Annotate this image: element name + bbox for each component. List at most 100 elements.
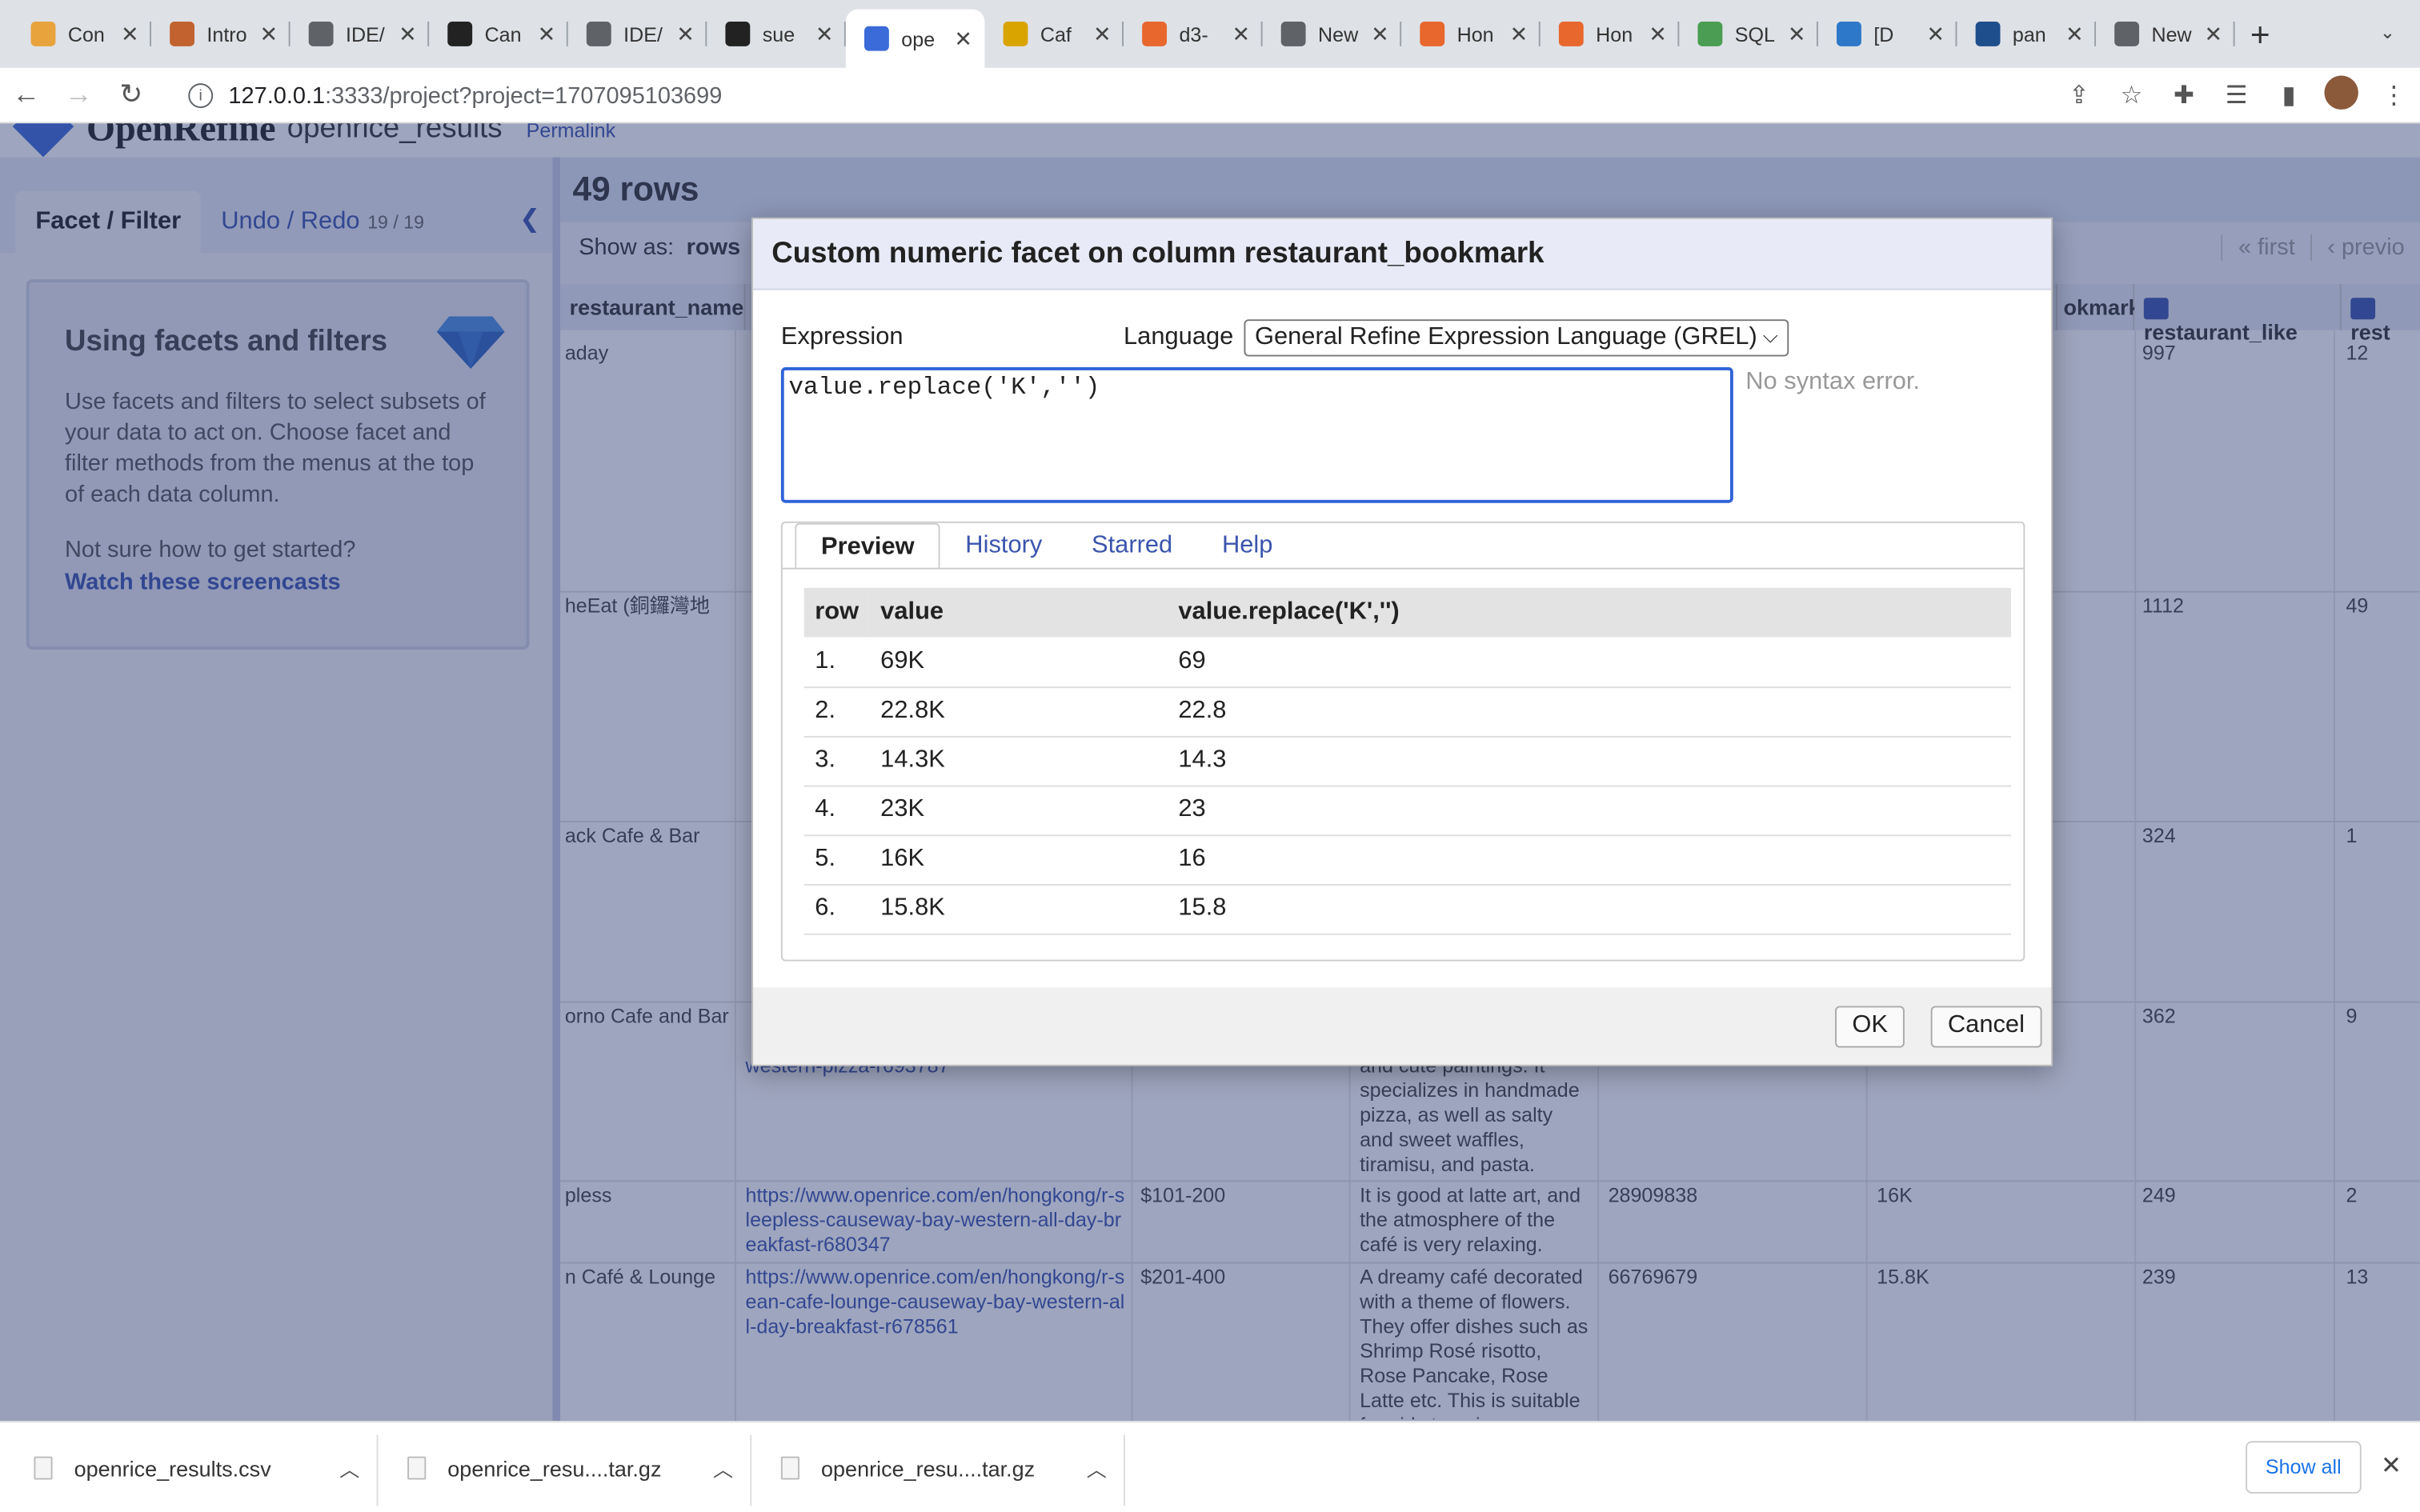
close-tab-icon[interactable]: ✕ <box>1926 21 1945 47</box>
dialog-title: Custom numeric facet on column restauran… <box>753 218 2052 290</box>
browser-tab[interactable]: Hon ✕ <box>1401 6 1541 62</box>
divider <box>376 1434 379 1506</box>
close-tab-icon[interactable]: ✕ <box>2205 21 2223 47</box>
browser-tab[interactable]: Hon ✕ <box>1541 6 1680 62</box>
close-tab-icon[interactable]: ✕ <box>1510 21 1529 47</box>
download-item[interactable]: openrice_resu....tar.gz ︿ <box>780 1422 1107 1512</box>
preview-content: row value value.replace('K','') 1. 69K 69 2… <box>782 567 2024 960</box>
browser-tab[interactable]: d3- ✕ <box>1124 6 1263 62</box>
browser-tab[interactable]: sue ✕ <box>707 6 846 62</box>
expression-input[interactable]: value.replace('K','') <box>780 367 1733 503</box>
download-item[interactable]: openrice_results.csv ︿ <box>34 1422 359 1512</box>
close-tab-icon[interactable]: ✕ <box>1093 21 1112 47</box>
close-tab-icon[interactable]: ✕ <box>260 21 278 47</box>
close-tab-icon[interactable]: ✕ <box>1788 21 1806 47</box>
forward-icon[interactable]: → <box>53 78 106 111</box>
custom-numeric-facet-dialog: Custom numeric facet on column restauran… <box>751 217 2053 1066</box>
tab-help[interactable]: Help <box>1197 523 1297 570</box>
browser-toolbar: ← → ↻ i 127.0.0.1:3333/project?project=1… <box>0 67 2420 124</box>
divider <box>750 1434 752 1506</box>
preview-value: 15.8K <box>869 884 1168 934</box>
close-tab-icon[interactable]: ✕ <box>2065 21 2084 47</box>
tab-title: pan <box>2012 22 2046 46</box>
tab-history[interactable]: History <box>940 523 1067 570</box>
share-icon[interactable]: ⇪ <box>2053 80 2105 111</box>
github-icon <box>447 22 473 46</box>
browser-tab[interactable]: IDE/ ✕ <box>568 6 707 62</box>
reading-list-icon[interactable]: ☰ <box>2210 80 2263 111</box>
tab-title: IDE/ <box>623 22 663 46</box>
preview-header-row: row value value.replace('K','') <box>803 587 2011 638</box>
close-tab-icon[interactable]: ✕ <box>1649 21 1667 47</box>
browser-tab[interactable]: SQL ✕ <box>1679 6 1818 62</box>
divider <box>1124 1434 1125 1506</box>
close-icon[interactable]: ✕ <box>2381 1450 2402 1482</box>
new-tab-icon[interactable]: + <box>2250 15 2270 55</box>
extensions-icon[interactable]: ✚ <box>2158 80 2210 111</box>
browser-tab[interactable]: ope ✕ <box>845 9 985 68</box>
close-tab-icon[interactable]: ✕ <box>121 21 139 47</box>
show-all-button[interactable]: Show all <box>2245 1441 2362 1494</box>
bookmark-star-icon[interactable]: ☆ <box>2105 80 2158 111</box>
close-tab-icon[interactable]: ✕ <box>1232 21 1251 47</box>
preview-result: 14.3 <box>1167 735 2011 786</box>
chevron-up-icon[interactable]: ︿ <box>1087 1454 1107 1483</box>
browser-tab[interactable]: pan ✕ <box>1957 6 2097 62</box>
browser-window: Con ✕ Intro ✕ IDE/ ✕ Can ✕ IDE/ ✕ sue ✕ ope ✕ Caf ✕ d3- ✕… <box>0 0 2420 1512</box>
browser-tab[interactable]: [D ✕ <box>1818 6 1957 62</box>
tab-preview[interactable]: Preview <box>795 522 941 570</box>
close-tab-icon[interactable]: ✕ <box>1371 21 1389 47</box>
address-bar[interactable]: i 127.0.0.1:3333/project?project=1707095… <box>173 74 2149 118</box>
preview-row-number: 6. <box>803 884 870 934</box>
cancel-button[interactable]: Cancel <box>1930 1006 2042 1048</box>
tab-title: [D <box>1873 22 1894 46</box>
browser-tab[interactable]: New ✕ <box>2096 6 2235 62</box>
preview-row: 5. 16K 16 <box>803 834 2011 886</box>
tab-search-icon[interactable]: ⌄ <box>2380 22 2395 43</box>
preview-row: 1. 69K 69 <box>803 637 2011 688</box>
toolbar-actions: ⇪ ☆ ✚ ☰ ▮ ⋮ <box>2053 68 2420 123</box>
ok-button[interactable]: OK <box>1835 1006 1905 1048</box>
browser-tab[interactable]: IDE/ ✕ <box>290 6 430 62</box>
tab-title: New <box>1318 22 1359 46</box>
tab-title: sue <box>762 22 795 46</box>
pandas-icon <box>1975 22 2001 46</box>
chevron-up-icon[interactable]: ︿ <box>713 1454 733 1483</box>
close-tab-icon[interactable]: ✕ <box>399 21 417 47</box>
language-label: Language <box>1124 324 1234 350</box>
syntax-status: No syntax error. <box>1745 368 1921 395</box>
browser-tab[interactable]: New ✕ <box>1263 6 1402 62</box>
language-select[interactable]: General Refine Expression Language (GREL… <box>1244 319 1789 357</box>
browser-tab[interactable]: Intro ✕ <box>151 6 290 62</box>
browser-tab[interactable]: Can ✕ <box>429 6 568 62</box>
tab-title: Con <box>67 22 105 46</box>
url-path: :3333/project?project=1707095103699 <box>325 82 723 109</box>
back-icon[interactable]: ← <box>0 78 53 111</box>
site-info-icon[interactable]: i <box>188 83 214 109</box>
header-result: value.replace('K','') <box>1167 587 2011 638</box>
github-icon <box>725 22 751 46</box>
file-icon <box>780 1456 800 1480</box>
reload-icon[interactable]: ↻ <box>105 78 158 111</box>
chevron-up-icon[interactable]: ︿ <box>339 1454 359 1483</box>
browser-tab[interactable]: Caf ✕ <box>984 6 1124 62</box>
browser-tab[interactable]: Con ✕ <box>12 6 152 62</box>
close-tab-icon[interactable]: ✕ <box>538 21 556 47</box>
preview-row-number: 1. <box>803 637 870 688</box>
dataset-icon <box>1837 22 1861 46</box>
profile-avatar[interactable] <box>2315 74 2368 117</box>
kebab-menu-icon[interactable]: ⋮ <box>2367 80 2420 111</box>
side-panel-icon[interactable]: ▮ <box>2262 80 2315 111</box>
cafe-icon <box>1003 22 1028 46</box>
preview-row-number: 4. <box>803 785 870 836</box>
file-icon <box>407 1456 427 1480</box>
close-tab-icon[interactable]: ✕ <box>815 21 834 47</box>
tab-title: Hon <box>1456 22 1494 46</box>
preview-result: 16 <box>1167 834 2011 886</box>
tab-starred[interactable]: Starred <box>1067 523 1197 570</box>
preview-value: 16K <box>869 834 1168 886</box>
download-item[interactable]: openrice_resu....tar.gz ︿ <box>407 1422 733 1512</box>
tab-title: d3- <box>1179 22 1208 46</box>
close-tab-icon[interactable]: ✕ <box>954 26 972 52</box>
close-tab-icon[interactable]: ✕ <box>676 21 695 47</box>
